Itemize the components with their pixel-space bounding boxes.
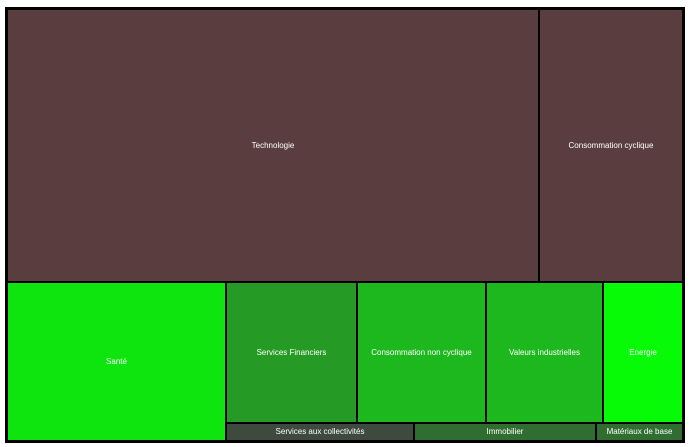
- tile-label: Energie: [629, 347, 657, 357]
- tile-consommation-cyclique[interactable]: Consommation cyclique: [539, 9, 683, 282]
- tile-sante[interactable]: Santé: [7, 282, 226, 441]
- tile-immobilier[interactable]: Immobilier: [414, 423, 596, 441]
- tile-services-financiers[interactable]: Services Financiers: [226, 282, 357, 423]
- tile-label: Santé: [106, 356, 127, 366]
- tile-materiaux-de-base[interactable]: Matériaux de base: [596, 423, 683, 441]
- tile-valeurs-industrielles[interactable]: Valeurs industrielles: [486, 282, 603, 423]
- tile-label: Immobilier: [486, 427, 524, 436]
- tile-services-aux-collectivites[interactable]: Services aux collectivités: [226, 423, 414, 441]
- tile-technologie[interactable]: Technologie: [7, 9, 539, 282]
- tile-label: Services aux collectivités: [275, 427, 365, 436]
- tile-label: Consommation cyclique: [568, 140, 654, 150]
- tile-label: Valeurs industrielles: [509, 347, 580, 357]
- tile-label: Technologie: [251, 140, 295, 150]
- tile-label: Services Financiers: [256, 347, 327, 357]
- treemap: Technologie Consommation cyclique Santé Ene…: [5, 7, 685, 443]
- tile-label: Consommation non cyclique: [371, 347, 472, 357]
- tile-label: Matériaux de base: [606, 427, 673, 436]
- tile-consommation-non-cyclique[interactable]: Consommation non cyclique: [357, 282, 486, 423]
- tile-energie[interactable]: Energie: [603, 282, 683, 423]
